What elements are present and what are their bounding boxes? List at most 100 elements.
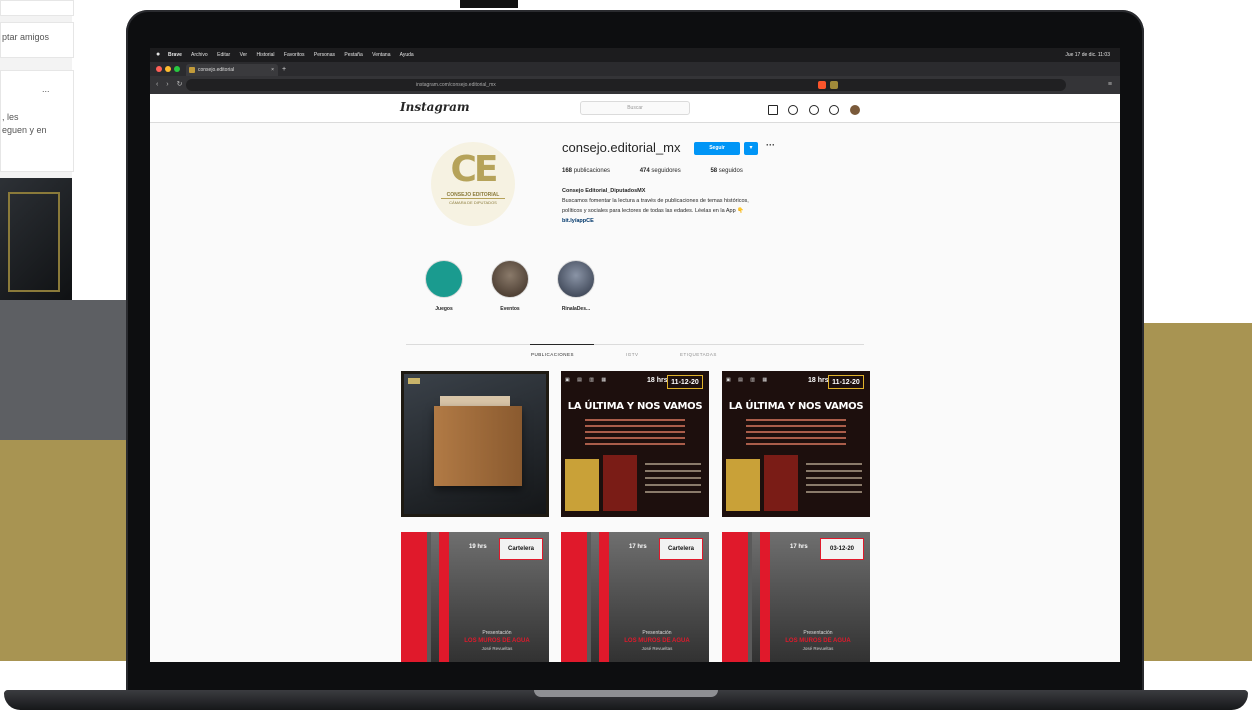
- post-thumbnail[interactable]: 17 hrs 03-12-20 Presentación LOS MUROS D…: [722, 532, 870, 662]
- home-icon[interactable]: [768, 104, 778, 115]
- menubar-item[interactable]: Ayuda: [400, 52, 414, 58]
- menubar-item[interactable]: Editar: [217, 52, 230, 58]
- feed-photo: [0, 178, 72, 300]
- menubar-item[interactable]: Historial: [256, 52, 274, 58]
- apple-icon[interactable]: ●: [156, 48, 160, 62]
- post-corner-tag: [408, 378, 420, 384]
- menubar-item[interactable]: Pestaña: [344, 52, 362, 58]
- reload-button[interactable]: ↻: [177, 81, 183, 88]
- highlight-label: Juegos: [435, 306, 453, 312]
- post-book-cover: [603, 455, 637, 511]
- avatar-logo-text: CE: [450, 149, 498, 190]
- story-highlight[interactable]: RinalaDes...: [551, 260, 601, 312]
- bio-text: políticos y sociales para lectores de to…: [562, 208, 745, 214]
- bio-text: Buscamos fomentar la lectura a través de…: [562, 198, 749, 204]
- post-thumbnail[interactable]: [401, 371, 549, 517]
- background-gray-block: [0, 300, 130, 440]
- post-author: José Revueltas: [641, 646, 673, 651]
- menubar-clock[interactable]: Jue 17 de dic. 11:03: [1065, 48, 1110, 62]
- post-date: Cartelera: [499, 538, 543, 560]
- favicon-icon: [189, 67, 195, 73]
- macos-menubar: ● Brave Archivo Editar Ver Historial Fav…: [150, 48, 1120, 62]
- minimize-window-icon[interactable]: [165, 66, 171, 72]
- post-red-stripe: [401, 532, 427, 662]
- post-text-lines: [746, 419, 846, 449]
- menubar-item[interactable]: Ventana: [372, 52, 390, 58]
- post-time: 18 hrs: [647, 377, 668, 384]
- maximize-window-icon[interactable]: [174, 66, 180, 72]
- post-time: 18 hrs: [808, 377, 829, 384]
- avatar-logo-line: CÁMARA DE DIPUTADOS: [449, 200, 497, 205]
- post-author: José Revueltas: [802, 646, 834, 651]
- bio-link[interactable]: bit.ly/appCE: [562, 216, 862, 226]
- highlight-cover: [557, 260, 595, 298]
- tab-tagged[interactable]: ETIQUETADAS: [680, 352, 717, 357]
- profile-bio: Consejo Editorial_DiputadosMX Buscamos f…: [562, 186, 862, 226]
- post-title: LA ÚLTIMA Y NOS VAMOS: [728, 401, 864, 412]
- menubar-item[interactable]: Favoritos: [284, 52, 305, 58]
- menu-icon[interactable]: ≡: [1108, 76, 1112, 94]
- search-input[interactable]: Buscar: [580, 101, 690, 115]
- story-highlight[interactable]: Juegos: [419, 260, 469, 312]
- post-thumbnail[interactable]: ▣ ▤ ▥ ▦ 18 hrs 11-12-20 LA ÚLTIMA Y NOS …: [561, 371, 709, 517]
- menubar-items: Brave Archivo Editar Ver Historial Favor…: [168, 48, 422, 62]
- heart-icon[interactable]: [829, 104, 840, 115]
- post-red-stripe: [439, 532, 449, 662]
- tab-igtv[interactable]: IGTV: [626, 352, 639, 357]
- follow-button[interactable]: Seguir: [694, 142, 740, 155]
- browser-tab-bar: consejo.editorial × +: [150, 62, 1120, 76]
- suggested-accounts-button[interactable]: ▾: [744, 142, 758, 155]
- post-thumbnail[interactable]: ▣ ▤ ▥ ▦ 18 hrs 11-12-20 LA ÚLTIMA Y NOS …: [722, 371, 870, 517]
- post-credits: [806, 463, 862, 498]
- post-date: Cartelera: [659, 538, 703, 560]
- post-book-title: LOS MUROS DE AGUA: [464, 638, 530, 644]
- highlight-label: RinalaDes...: [561, 306, 591, 312]
- profile-stats: 168 publicaciones 474 seguidores 58 segu…: [562, 168, 771, 174]
- post-time: 17 hrs: [629, 544, 647, 550]
- brave-shield-icon[interactable]: [818, 81, 826, 89]
- background-gold-block-left: [0, 440, 130, 661]
- background-social-feed: ptar amigos ... , les eguen y en: [0, 0, 74, 300]
- post-thumbnail[interactable]: 19 hrs Cartelera Presentación LOS MUROS …: [401, 532, 549, 662]
- post-red-stripe: [599, 532, 609, 662]
- menubar-item[interactable]: Brave: [168, 52, 182, 58]
- highlight-label: Eventos: [500, 306, 520, 312]
- close-window-icon[interactable]: [156, 66, 162, 72]
- messenger-icon[interactable]: [788, 104, 799, 115]
- tab-posts[interactable]: PUBLICACIONES: [531, 352, 574, 357]
- post-title: LA ÚLTIMA Y NOS VAMOS: [567, 401, 703, 412]
- address-bar[interactable]: instagram.com/consejo.editorial_mx: [186, 79, 1066, 91]
- menubar-item[interactable]: Ver: [240, 52, 248, 58]
- feed-row: [0, 0, 74, 16]
- new-tab-button[interactable]: +: [282, 64, 286, 76]
- post-subtitle: Presentación: [482, 630, 512, 636]
- close-tab-icon[interactable]: ×: [271, 64, 274, 76]
- background-gold-block-right: [1140, 323, 1252, 661]
- post-time: 19 hrs: [469, 544, 487, 550]
- menubar-item[interactable]: Personas: [314, 52, 335, 58]
- avatar-logo-divider: [441, 198, 505, 199]
- story-highlight[interactable]: Eventos: [485, 260, 535, 312]
- bio-name: Consejo Editorial_DiputadosMX: [562, 188, 646, 194]
- brave-rewards-icon[interactable]: [830, 81, 838, 89]
- back-button[interactable]: ‹: [156, 81, 158, 88]
- post-red-stripe: [561, 532, 587, 662]
- tabs-divider: [406, 344, 864, 345]
- stat-followers[interactable]: 474 seguidores: [640, 168, 695, 174]
- menubar-item[interactable]: Archivo: [191, 52, 208, 58]
- avatar[interactable]: [849, 104, 860, 115]
- forward-button[interactable]: ›: [166, 81, 168, 88]
- explore-icon[interactable]: [808, 104, 819, 115]
- post-text-lines: [585, 419, 685, 449]
- post-date: 11-12-20: [667, 375, 703, 389]
- profile-avatar[interactable]: CE CONSEJO EDITORIAL CÁMARA DE DIPUTADOS: [431, 142, 515, 226]
- post-logos: ▣ ▤ ▥ ▦: [565, 377, 610, 383]
- instagram-logo[interactable]: Instagram: [400, 100, 470, 114]
- post-book-title: LOS MUROS DE AGUA: [785, 638, 851, 644]
- post-thumbnail[interactable]: 17 hrs Cartelera Presentación LOS MUROS …: [561, 532, 709, 662]
- browser-tab[interactable]: consejo.editorial ×: [186, 64, 278, 76]
- post-book-cover: [726, 459, 760, 511]
- stat-following[interactable]: 58 seguidos: [710, 168, 756, 174]
- more-options-button[interactable]: ···: [766, 140, 775, 150]
- post-logos: ▣ ▤ ▥ ▦: [726, 377, 771, 383]
